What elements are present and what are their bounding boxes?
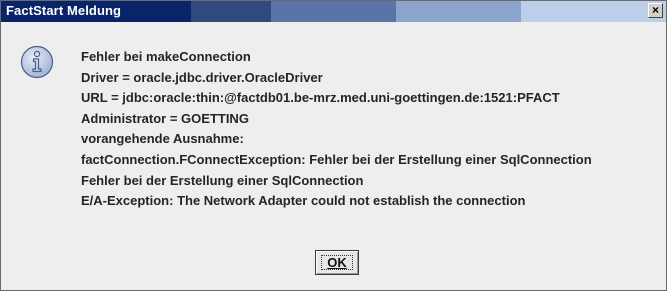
close-button[interactable]: × [648, 3, 663, 18]
message-line: URL = jdbc:oracle:thin:@factdb01.be-mrz.… [81, 90, 560, 106]
close-icon: × [651, 3, 659, 17]
message-line: Driver = oracle.jdbc.driver.OracleDriver [81, 69, 323, 85]
message-line: E/A-Exception: The Network Adapter could… [81, 193, 526, 209]
message-line: Fehler bei makeConnection [81, 49, 251, 64]
window-title: FactStart Meldung [6, 3, 122, 18]
message-line: Fehler bei der Erstellung einer SqlConne… [81, 172, 364, 188]
title-bar[interactable]: FactStart Meldung × [1, 1, 666, 22]
message-line: vorangehende Ausnahme: [81, 131, 244, 147]
ok-button[interactable]: OK [315, 250, 359, 275]
info-icon [20, 45, 54, 79]
message-line: Administrator = GOETTING [81, 110, 249, 126]
message-list: Fehler bei makeConnection Driver = oracl… [81, 48, 592, 213]
ok-button-label: OK [327, 254, 347, 270]
message-line: factConnection.FConnectException: Fehler… [81, 151, 592, 167]
dialog-window: FactStart Meldung × Fehler bei makeConne… [0, 0, 667, 291]
